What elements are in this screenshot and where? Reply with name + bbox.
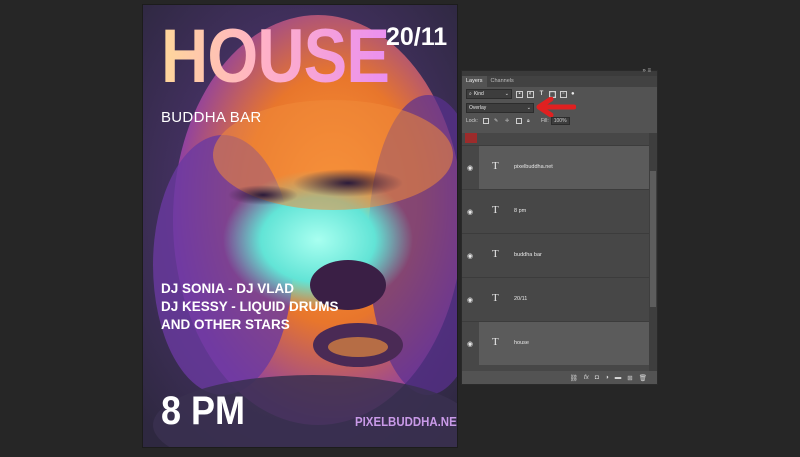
text-layer-icon: T xyxy=(492,336,499,348)
red-arrow-annotation-icon xyxy=(536,97,576,117)
adjustment-icon[interactable]: ◑ xyxy=(605,374,609,381)
poster-venue: BUDDHA BAR xyxy=(161,109,262,126)
text-layer-icon: T xyxy=(492,160,499,172)
lock-brush-icon[interactable]: ✎ xyxy=(494,118,500,124)
layer-row[interactable]: ◉ T 8 pm xyxy=(462,189,649,233)
lock-label: Lock: xyxy=(466,118,478,124)
layers-panel: » ≡ Layers Channels ⌕ Kind ⌄ ▪ ◐ T ⬚ ▫ ●… xyxy=(461,68,658,385)
lock-transparency-icon[interactable] xyxy=(482,118,489,124)
eye-visibility-icon[interactable]: ◉ xyxy=(467,252,473,260)
chevron-down-icon: ⌄ xyxy=(504,91,509,97)
folder-icon[interactable]: ▬ xyxy=(615,374,622,381)
link-icon[interactable]: ⛓ xyxy=(570,374,578,382)
layer-name[interactable]: 8 pm xyxy=(514,208,526,214)
poster-time: 8 PM xyxy=(161,389,246,433)
blend-row: Overlay ⌄ xyxy=(462,97,657,117)
trash-icon[interactable]: 🗑︎ xyxy=(639,374,647,382)
fill-label: Fill: xyxy=(540,118,549,124)
fx-icon[interactable]: fx xyxy=(584,374,589,381)
poster-canvas: HOUSE 20/11 BUDDHA BAR DJ SONIA - DJ VLA… xyxy=(143,5,457,447)
layer-name[interactable]: buddha bar xyxy=(514,252,542,258)
layer-row[interactable]: ◉ T house xyxy=(462,321,649,365)
lock-row: Lock: ✎ ✛ 🔒︎ Fill: 100% xyxy=(462,115,657,127)
layer-row[interactable]: ◉ T 20/11 xyxy=(462,277,649,321)
panel-tabs: Layers Channels xyxy=(462,76,657,87)
lineup-line: DJ KESSY - LIQUID DRUMS xyxy=(161,299,339,314)
tab-channels[interactable]: Channels xyxy=(487,76,518,87)
layer-row[interactable]: ◉ T pixelbuddha.net xyxy=(462,145,649,189)
layer-name[interactable]: house xyxy=(514,340,529,346)
layers-list: ◉ T pixelbuddha.net ◉ T 8 pm ◉ T buddha … xyxy=(462,133,649,371)
eye-visibility-icon[interactable]: ◉ xyxy=(467,164,473,172)
poster-lineup: DJ SONIA - DJ VLAD DJ KESSY - LIQUID DRU… xyxy=(161,280,339,334)
lock-artboard-icon[interactable] xyxy=(515,118,522,124)
eye-visibility-icon[interactable]: ◉ xyxy=(467,340,473,348)
panel-titlebar[interactable]: » ≡ xyxy=(462,68,657,76)
eye-visibility-icon[interactable]: ◉ xyxy=(467,296,473,304)
blend-mode-value: Overlay xyxy=(469,105,487,111)
chevron-down-icon: ⌄ xyxy=(526,105,531,111)
text-layer-icon: T xyxy=(492,292,499,304)
layer-name[interactable]: pixelbuddha.net xyxy=(514,164,553,170)
text-layer-icon: T xyxy=(492,248,499,260)
eye-visibility-icon[interactable]: ◉ xyxy=(467,208,473,216)
kind-filter-select[interactable]: ⌕ Kind ⌄ xyxy=(466,89,512,99)
poster-date: 20/11 xyxy=(386,23,448,51)
lock-move-icon[interactable]: ✛ xyxy=(505,118,511,124)
layers-scroll-thumb[interactable] xyxy=(650,171,656,307)
kind-label: Kind xyxy=(473,91,484,97)
pixel-filter-icon[interactable]: ▪ xyxy=(516,90,523,98)
layer-color-swatch xyxy=(465,133,477,143)
poster-title: HOUSE xyxy=(161,14,390,99)
panel-menu-icon[interactable]: » ≡ xyxy=(642,68,651,74)
tab-layers[interactable]: Layers xyxy=(462,76,487,87)
lock-all-icon[interactable]: 🔒︎ xyxy=(527,118,533,124)
adjustment-filter-icon[interactable]: ◐ xyxy=(527,90,534,98)
new-layer-icon[interactable]: ⊞ xyxy=(627,374,632,382)
search-icon: ⌕ xyxy=(469,91,472,97)
text-layer-icon: T xyxy=(492,204,499,216)
lineup-line: DJ SONIA - DJ VLAD xyxy=(161,281,295,296)
blend-mode-select[interactable]: Overlay ⌄ xyxy=(466,103,534,113)
fill-value-input[interactable]: 100% xyxy=(550,117,570,125)
layer-name[interactable]: 20/11 xyxy=(514,296,527,302)
lineup-line: AND OTHER STARS xyxy=(161,317,290,332)
poster-url: PIXELBUDDHA.NET xyxy=(355,414,457,429)
panel-bottom-bar: ⛓ fx ◘ ◑ ▬ ⊞ 🗑︎ xyxy=(462,371,657,384)
mask-icon[interactable]: ◘ xyxy=(595,374,599,381)
layer-row[interactable]: ◉ T buddha bar xyxy=(462,233,649,277)
